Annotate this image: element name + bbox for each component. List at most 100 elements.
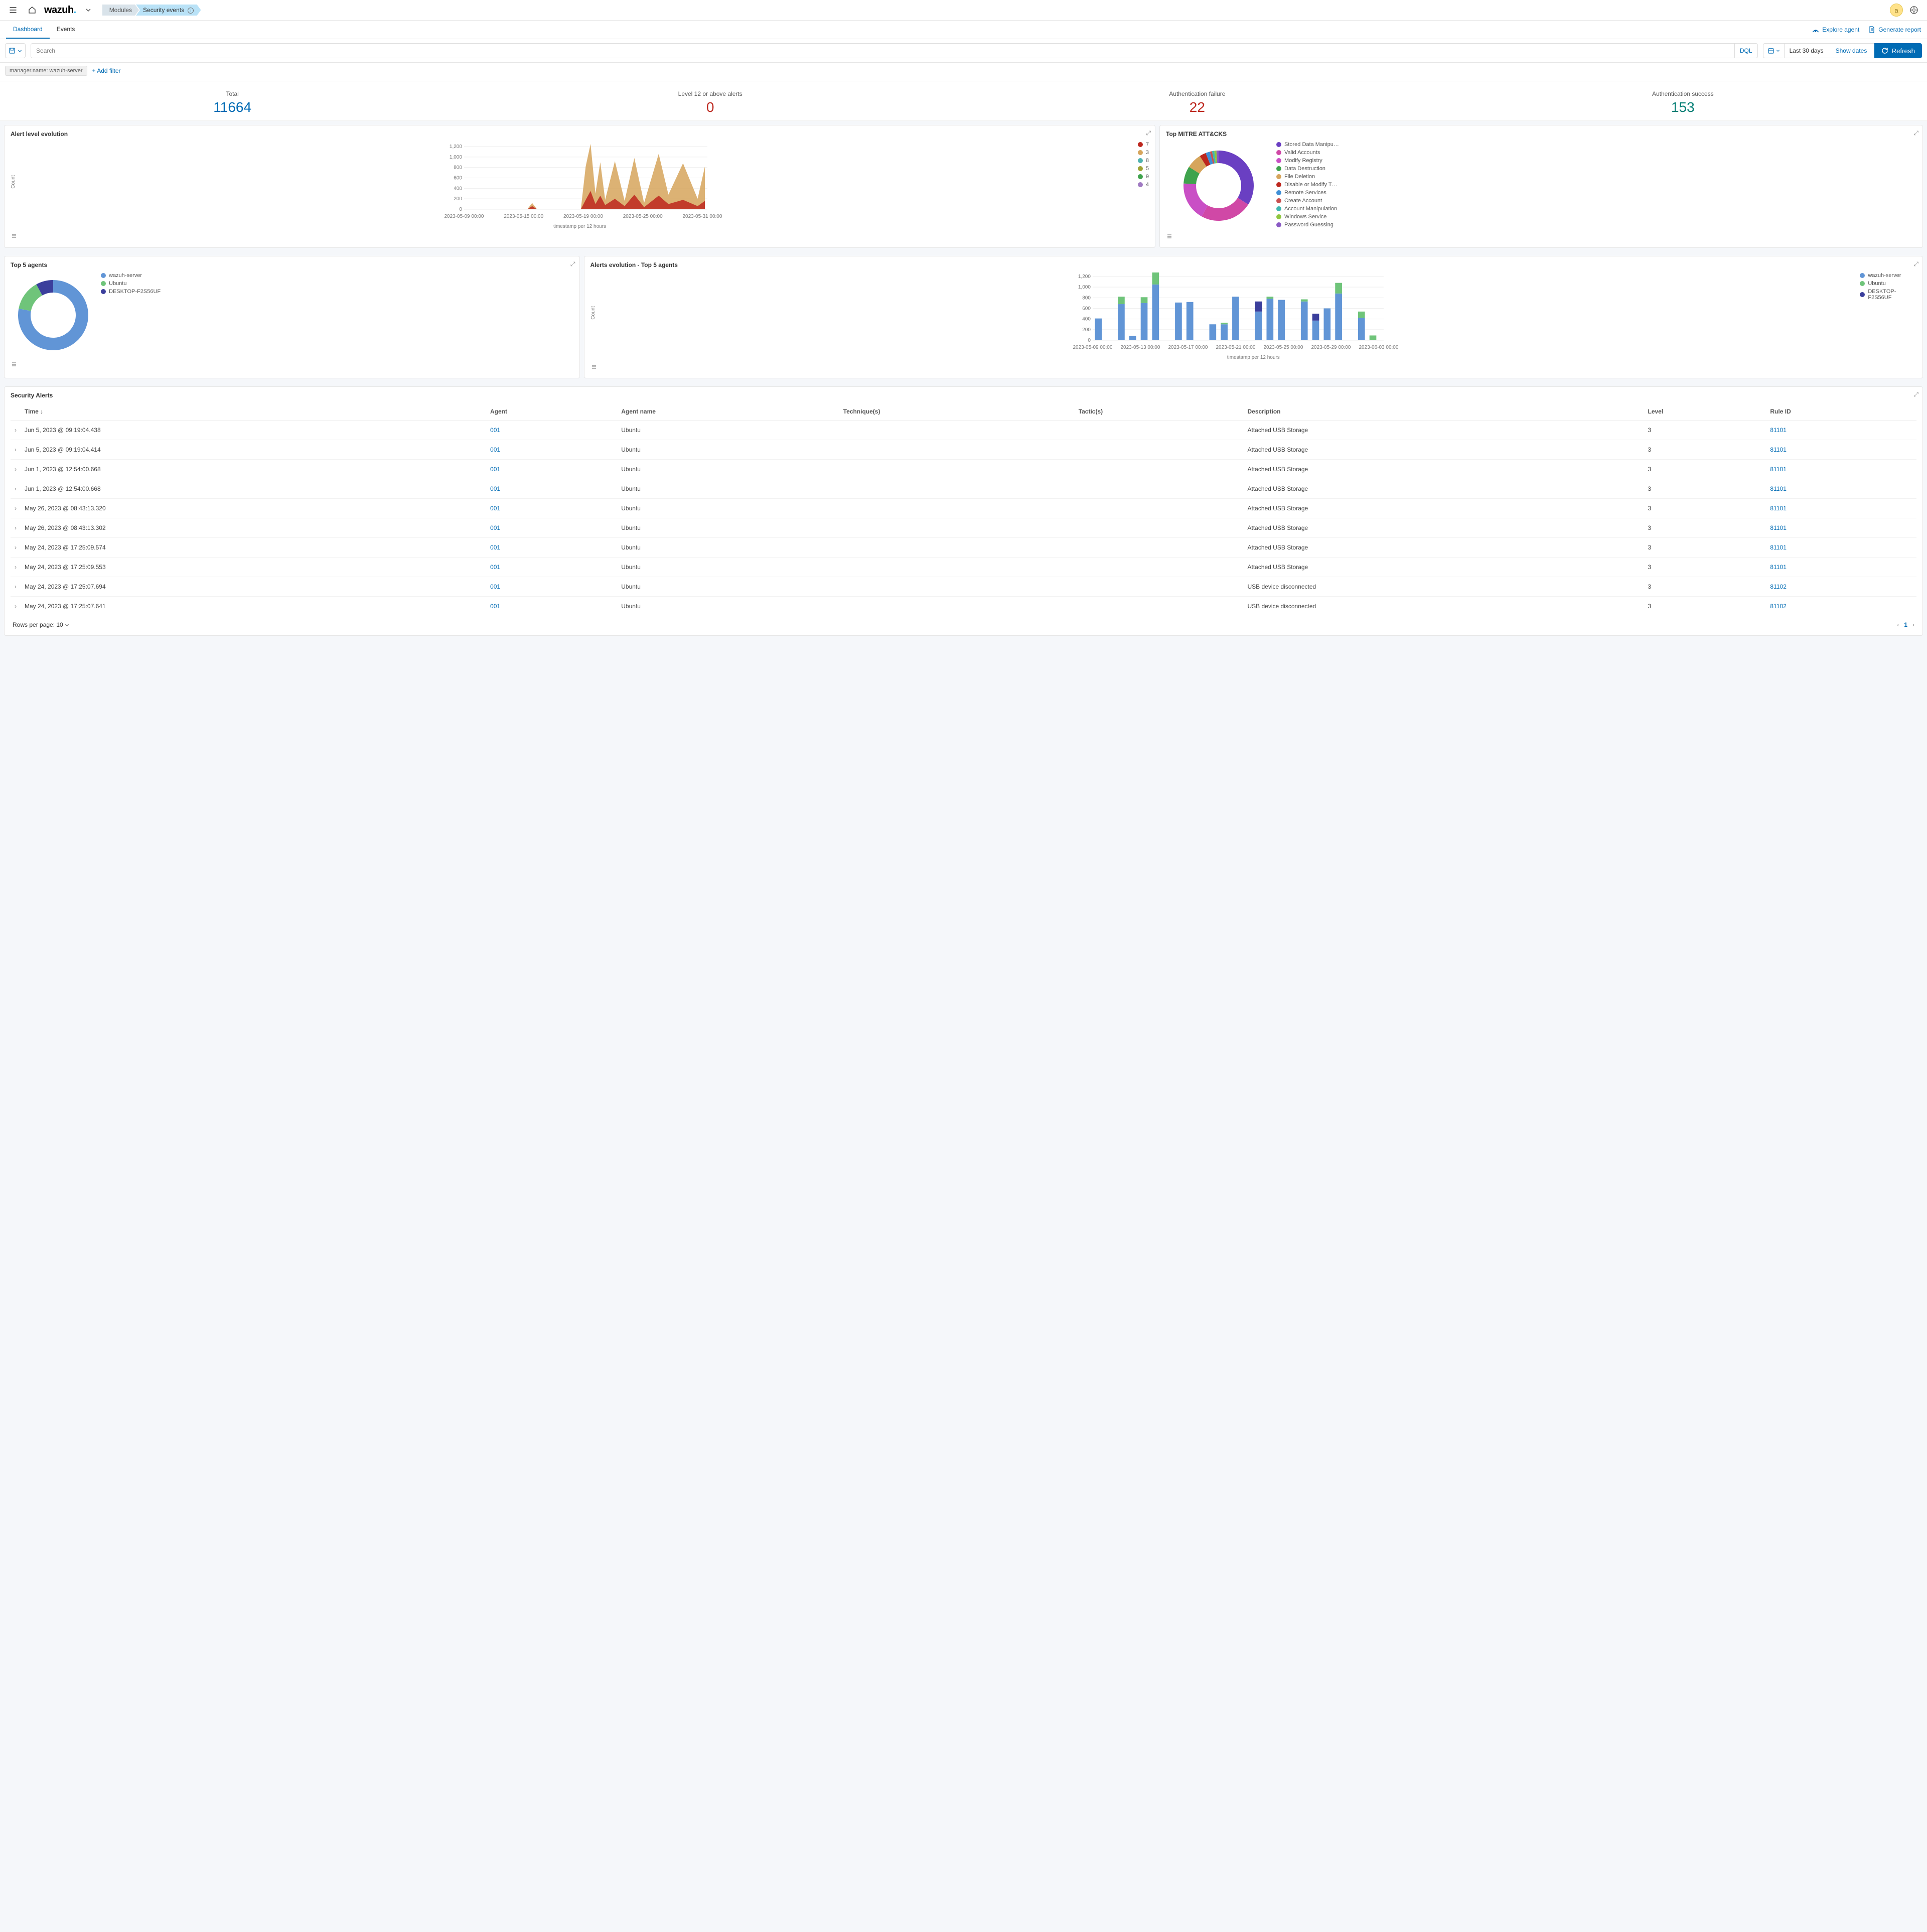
saved-query-picker[interactable] xyxy=(5,43,26,58)
add-filter-link[interactable]: + Add filter xyxy=(92,67,121,74)
expand-row-icon[interactable]: › xyxy=(11,597,21,616)
legend-item[interactable]: Windows Service xyxy=(1276,214,1916,220)
cell-rule[interactable]: 81101 xyxy=(1766,558,1916,577)
col-description[interactable]: Description xyxy=(1243,403,1644,421)
cell-technique xyxy=(839,421,1075,440)
cell-agent[interactable]: 001 xyxy=(486,558,617,577)
brand-dot: . xyxy=(74,5,76,16)
expand-row-icon[interactable]: › xyxy=(11,440,21,460)
breadcrumb-section[interactable]: Security events i xyxy=(136,5,201,16)
show-dates-link[interactable]: Show dates xyxy=(1829,47,1874,54)
expand-icon[interactable]: ⤢ xyxy=(1913,129,1918,137)
col-agent[interactable]: Agent xyxy=(486,403,617,421)
expand-icon[interactable]: ⤢ xyxy=(1913,391,1918,398)
expand-row-icon[interactable]: › xyxy=(11,558,21,577)
expand-row-icon[interactable]: › xyxy=(11,479,21,499)
expand-row-icon[interactable]: › xyxy=(11,499,21,518)
col-level[interactable]: Level xyxy=(1644,403,1766,421)
breadcrumb-modules[interactable]: Modules xyxy=(102,5,139,16)
cell-rule[interactable]: 81101 xyxy=(1766,479,1916,499)
legend-item[interactable]: 4 xyxy=(1138,182,1149,188)
cell-time: May 24, 2023 @ 17:25:09.553 xyxy=(21,558,486,577)
explore-agent-link[interactable]: Explore agent xyxy=(1812,26,1859,33)
list-icon[interactable] xyxy=(11,232,1149,241)
legend-item[interactable]: Valid Accounts xyxy=(1276,150,1916,156)
cell-rule[interactable]: 81101 xyxy=(1766,538,1916,558)
col-rule[interactable]: Rule ID xyxy=(1766,403,1916,421)
cell-rule[interactable]: 81101 xyxy=(1766,499,1916,518)
expand-icon[interactable]: ⤢ xyxy=(1913,260,1918,268)
expand-icon[interactable]: ⤢ xyxy=(570,260,575,268)
list-icon[interactable] xyxy=(590,363,1917,372)
table-row: › May 24, 2023 @ 17:25:07.694 001 Ubuntu… xyxy=(11,577,1916,597)
support-icon[interactable] xyxy=(1907,3,1921,17)
cell-rule[interactable]: 81101 xyxy=(1766,518,1916,538)
cell-agent[interactable]: 001 xyxy=(486,499,617,518)
legend-item[interactable]: wazuh-server xyxy=(1860,272,1916,279)
cell-agent[interactable]: 001 xyxy=(486,479,617,499)
expand-icon[interactable]: ⤢ xyxy=(1146,129,1151,137)
menu-icon[interactable] xyxy=(6,3,20,17)
legend-item[interactable]: 7 xyxy=(1138,142,1149,148)
cell-agent[interactable]: 001 xyxy=(486,538,617,558)
legend-item[interactable]: Remote Services xyxy=(1276,190,1916,196)
cell-agent[interactable]: 001 xyxy=(486,577,617,597)
cell-rule[interactable]: 81101 xyxy=(1766,421,1916,440)
cell-rule[interactable]: 81101 xyxy=(1766,440,1916,460)
rows-per-page[interactable]: Rows per page: 10 xyxy=(13,621,69,628)
filter-chip[interactable]: manager.name: wazuh-server xyxy=(5,66,87,76)
legend-item[interactable]: Ubuntu xyxy=(1860,281,1916,287)
brand-logo[interactable]: wazuh. xyxy=(44,5,76,16)
list-icon[interactable] xyxy=(1166,233,1916,241)
avatar[interactable]: a xyxy=(1890,4,1903,17)
tab-dashboard[interactable]: Dashboard xyxy=(6,21,50,39)
pager-prev[interactable]: ‹ xyxy=(1897,621,1899,628)
col-time[interactable]: Time ↓ xyxy=(21,403,486,421)
legend-item[interactable]: 5 xyxy=(1138,166,1149,172)
date-range-picker[interactable]: Last 30 days Show dates xyxy=(1763,43,1875,58)
col-agent-name[interactable]: Agent name xyxy=(617,403,839,421)
col-technique[interactable]: Technique(s) xyxy=(839,403,1075,421)
pager-page[interactable]: 1 xyxy=(1904,621,1907,628)
legend-item[interactable]: 3 xyxy=(1138,150,1149,156)
legend-item[interactable]: DESKTOP-F2S56UF xyxy=(101,289,161,295)
tab-events[interactable]: Events xyxy=(50,21,82,39)
expand-row-icon[interactable]: › xyxy=(11,460,21,479)
legend-item[interactable]: Ubuntu xyxy=(101,281,161,287)
col-tactic[interactable]: Tactic(s) xyxy=(1075,403,1244,421)
expand-row-icon[interactable]: › xyxy=(11,538,21,558)
legend-item[interactable]: Create Account xyxy=(1276,198,1916,204)
expand-row-icon[interactable]: › xyxy=(11,421,21,440)
info-icon[interactable]: i xyxy=(188,8,194,14)
legend-item[interactable]: File Deletion xyxy=(1276,174,1916,180)
dql-toggle[interactable]: DQL xyxy=(1734,44,1757,58)
list-icon[interactable] xyxy=(11,361,573,369)
legend-item[interactable]: Disable or Modify T… xyxy=(1276,182,1916,188)
cell-rule[interactable]: 81102 xyxy=(1766,597,1916,616)
cell-rule[interactable]: 81101 xyxy=(1766,460,1916,479)
legend-item[interactable]: DESKTOP-F2S56UF xyxy=(1860,289,1916,301)
legend-item[interactable]: Account Manipulation xyxy=(1276,206,1916,212)
expand-row-icon[interactable]: › xyxy=(11,577,21,597)
search-input[interactable] xyxy=(31,44,1734,58)
legend-item[interactable]: Password Guessing xyxy=(1276,222,1916,228)
cell-agent[interactable]: 001 xyxy=(486,421,617,440)
cell-agent[interactable]: 001 xyxy=(486,518,617,538)
legend-item[interactable]: Data Destruction xyxy=(1276,166,1916,172)
brand-chevron-down-icon[interactable] xyxy=(81,3,95,17)
legend-item[interactable]: 9 xyxy=(1138,174,1149,180)
cell-agent[interactable]: 001 xyxy=(486,460,617,479)
legend-item[interactable]: 8 xyxy=(1138,158,1149,164)
cell-agent[interactable]: 001 xyxy=(486,440,617,460)
home-icon[interactable] xyxy=(25,3,39,17)
expand-row-icon[interactable]: › xyxy=(11,518,21,538)
legend-swatch xyxy=(101,281,106,286)
cell-agent[interactable]: 001 xyxy=(486,597,617,616)
generate-report-link[interactable]: Generate report xyxy=(1868,26,1921,33)
legend-item[interactable]: wazuh-server xyxy=(101,272,161,279)
cell-rule[interactable]: 81102 xyxy=(1766,577,1916,597)
legend-item[interactable]: Stored Data Manipu… xyxy=(1276,142,1916,148)
legend-item[interactable]: Modify Registry xyxy=(1276,158,1916,164)
refresh-button[interactable]: Refresh xyxy=(1874,43,1922,58)
pager-next[interactable]: › xyxy=(1912,621,1914,628)
